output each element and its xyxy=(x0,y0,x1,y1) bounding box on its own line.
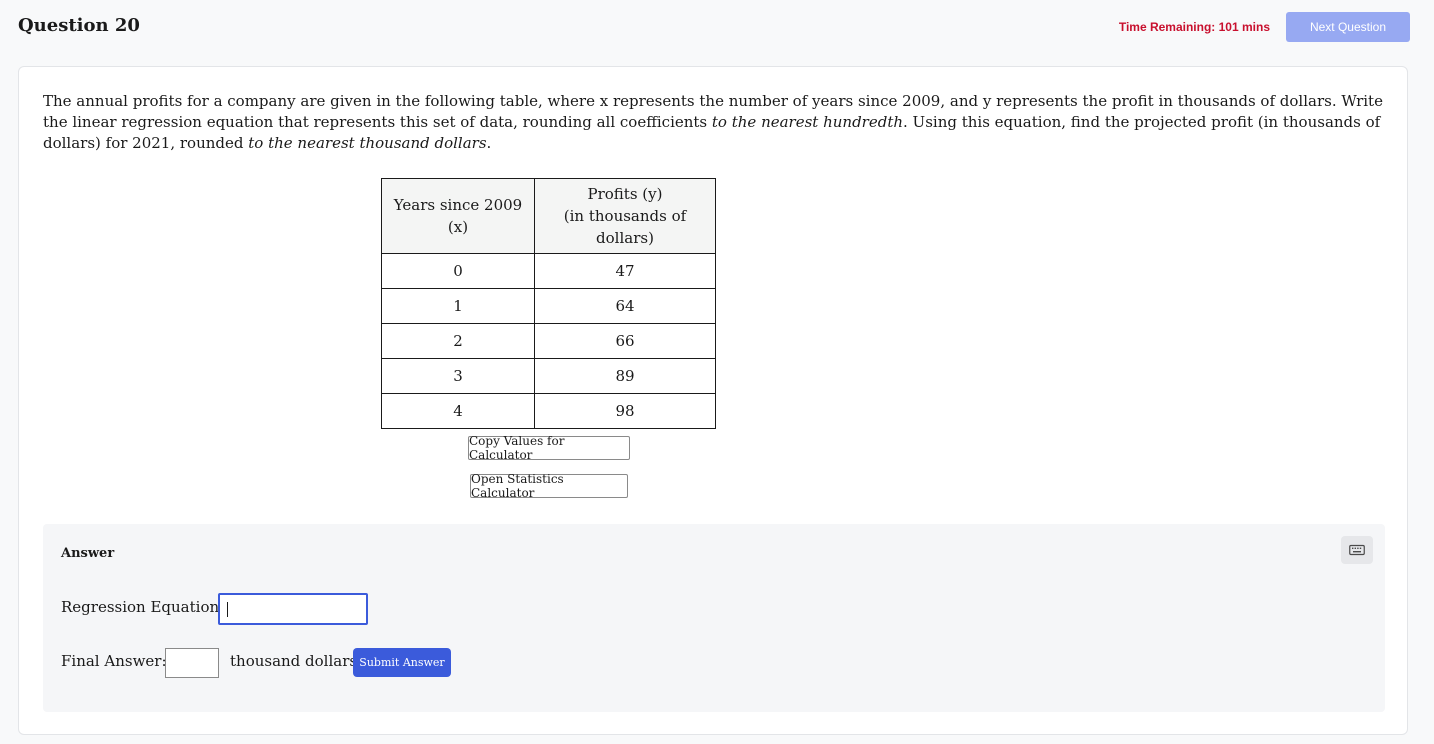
answer-panel: Answer Regression Equation: Final Answer… xyxy=(43,524,1385,712)
copy-values-button[interactable]: Copy Values for Calculator xyxy=(468,434,630,462)
cell-y: 98 xyxy=(534,393,716,429)
cell-x: 4 xyxy=(381,393,535,429)
keyboard-toggle-button[interactable] xyxy=(1341,536,1373,564)
question-title: Question 20 xyxy=(18,15,140,36)
open-statistics-calculator-button[interactable]: Open Statistics Calculator xyxy=(470,472,628,500)
cell-y: 89 xyxy=(534,358,716,394)
table-row: 4 98 xyxy=(381,393,716,429)
answer-heading: Answer xyxy=(61,546,115,561)
table-row: 0 47 xyxy=(381,253,716,289)
submit-answer-button[interactable]: Submit Answer xyxy=(353,648,451,677)
time-remaining: Time Remaining: 101 mins xyxy=(1118,20,1270,34)
column-header-y: Profits (y) (in thousands of dollars) xyxy=(534,178,716,254)
table-row: 3 89 xyxy=(381,358,716,394)
regression-equation-input[interactable] xyxy=(218,593,368,625)
table-row: 1 64 xyxy=(381,288,716,324)
text-cursor xyxy=(227,602,228,617)
cell-x: 0 xyxy=(381,253,535,289)
prompt-text-3: . xyxy=(486,134,492,152)
prompt-emphasis-1: to the nearest hundredth xyxy=(711,113,904,131)
top-bar: Question 20 Time Remaining: 101 mins Nex… xyxy=(0,0,1434,60)
question-card: The annual profits for a company are giv… xyxy=(18,66,1408,735)
unit-label: thousand dollars xyxy=(230,652,358,670)
table-row: 2 66 xyxy=(381,323,716,359)
question-prompt: The annual profits for a company are giv… xyxy=(43,91,1383,154)
prompt-emphasis-2: to the nearest thousand dollars xyxy=(248,134,487,152)
next-question-button[interactable]: Next Question xyxy=(1286,12,1410,42)
column-header-y-line2: (in thousands of dollars) xyxy=(563,207,687,247)
cell-y: 64 xyxy=(534,288,716,324)
final-answer-label: Final Answer: xyxy=(61,652,167,670)
cell-x: 1 xyxy=(381,288,535,324)
data-table: Years since 2009 (x) Profits (y) (in tho… xyxy=(381,178,716,429)
column-header-y-line1: Profits (y) xyxy=(587,185,663,203)
column-header-x: Years since 2009 (x) xyxy=(381,178,535,254)
cell-y: 66 xyxy=(534,323,716,359)
cell-y: 47 xyxy=(534,253,716,289)
table-header-row: Years since 2009 (x) Profits (y) (in tho… xyxy=(381,178,716,254)
regression-equation-label: Regression Equation: xyxy=(61,598,225,616)
cell-x: 2 xyxy=(381,323,535,359)
final-answer-input[interactable] xyxy=(165,648,219,678)
cell-x: 3 xyxy=(381,358,535,394)
keyboard-icon xyxy=(1349,544,1365,556)
